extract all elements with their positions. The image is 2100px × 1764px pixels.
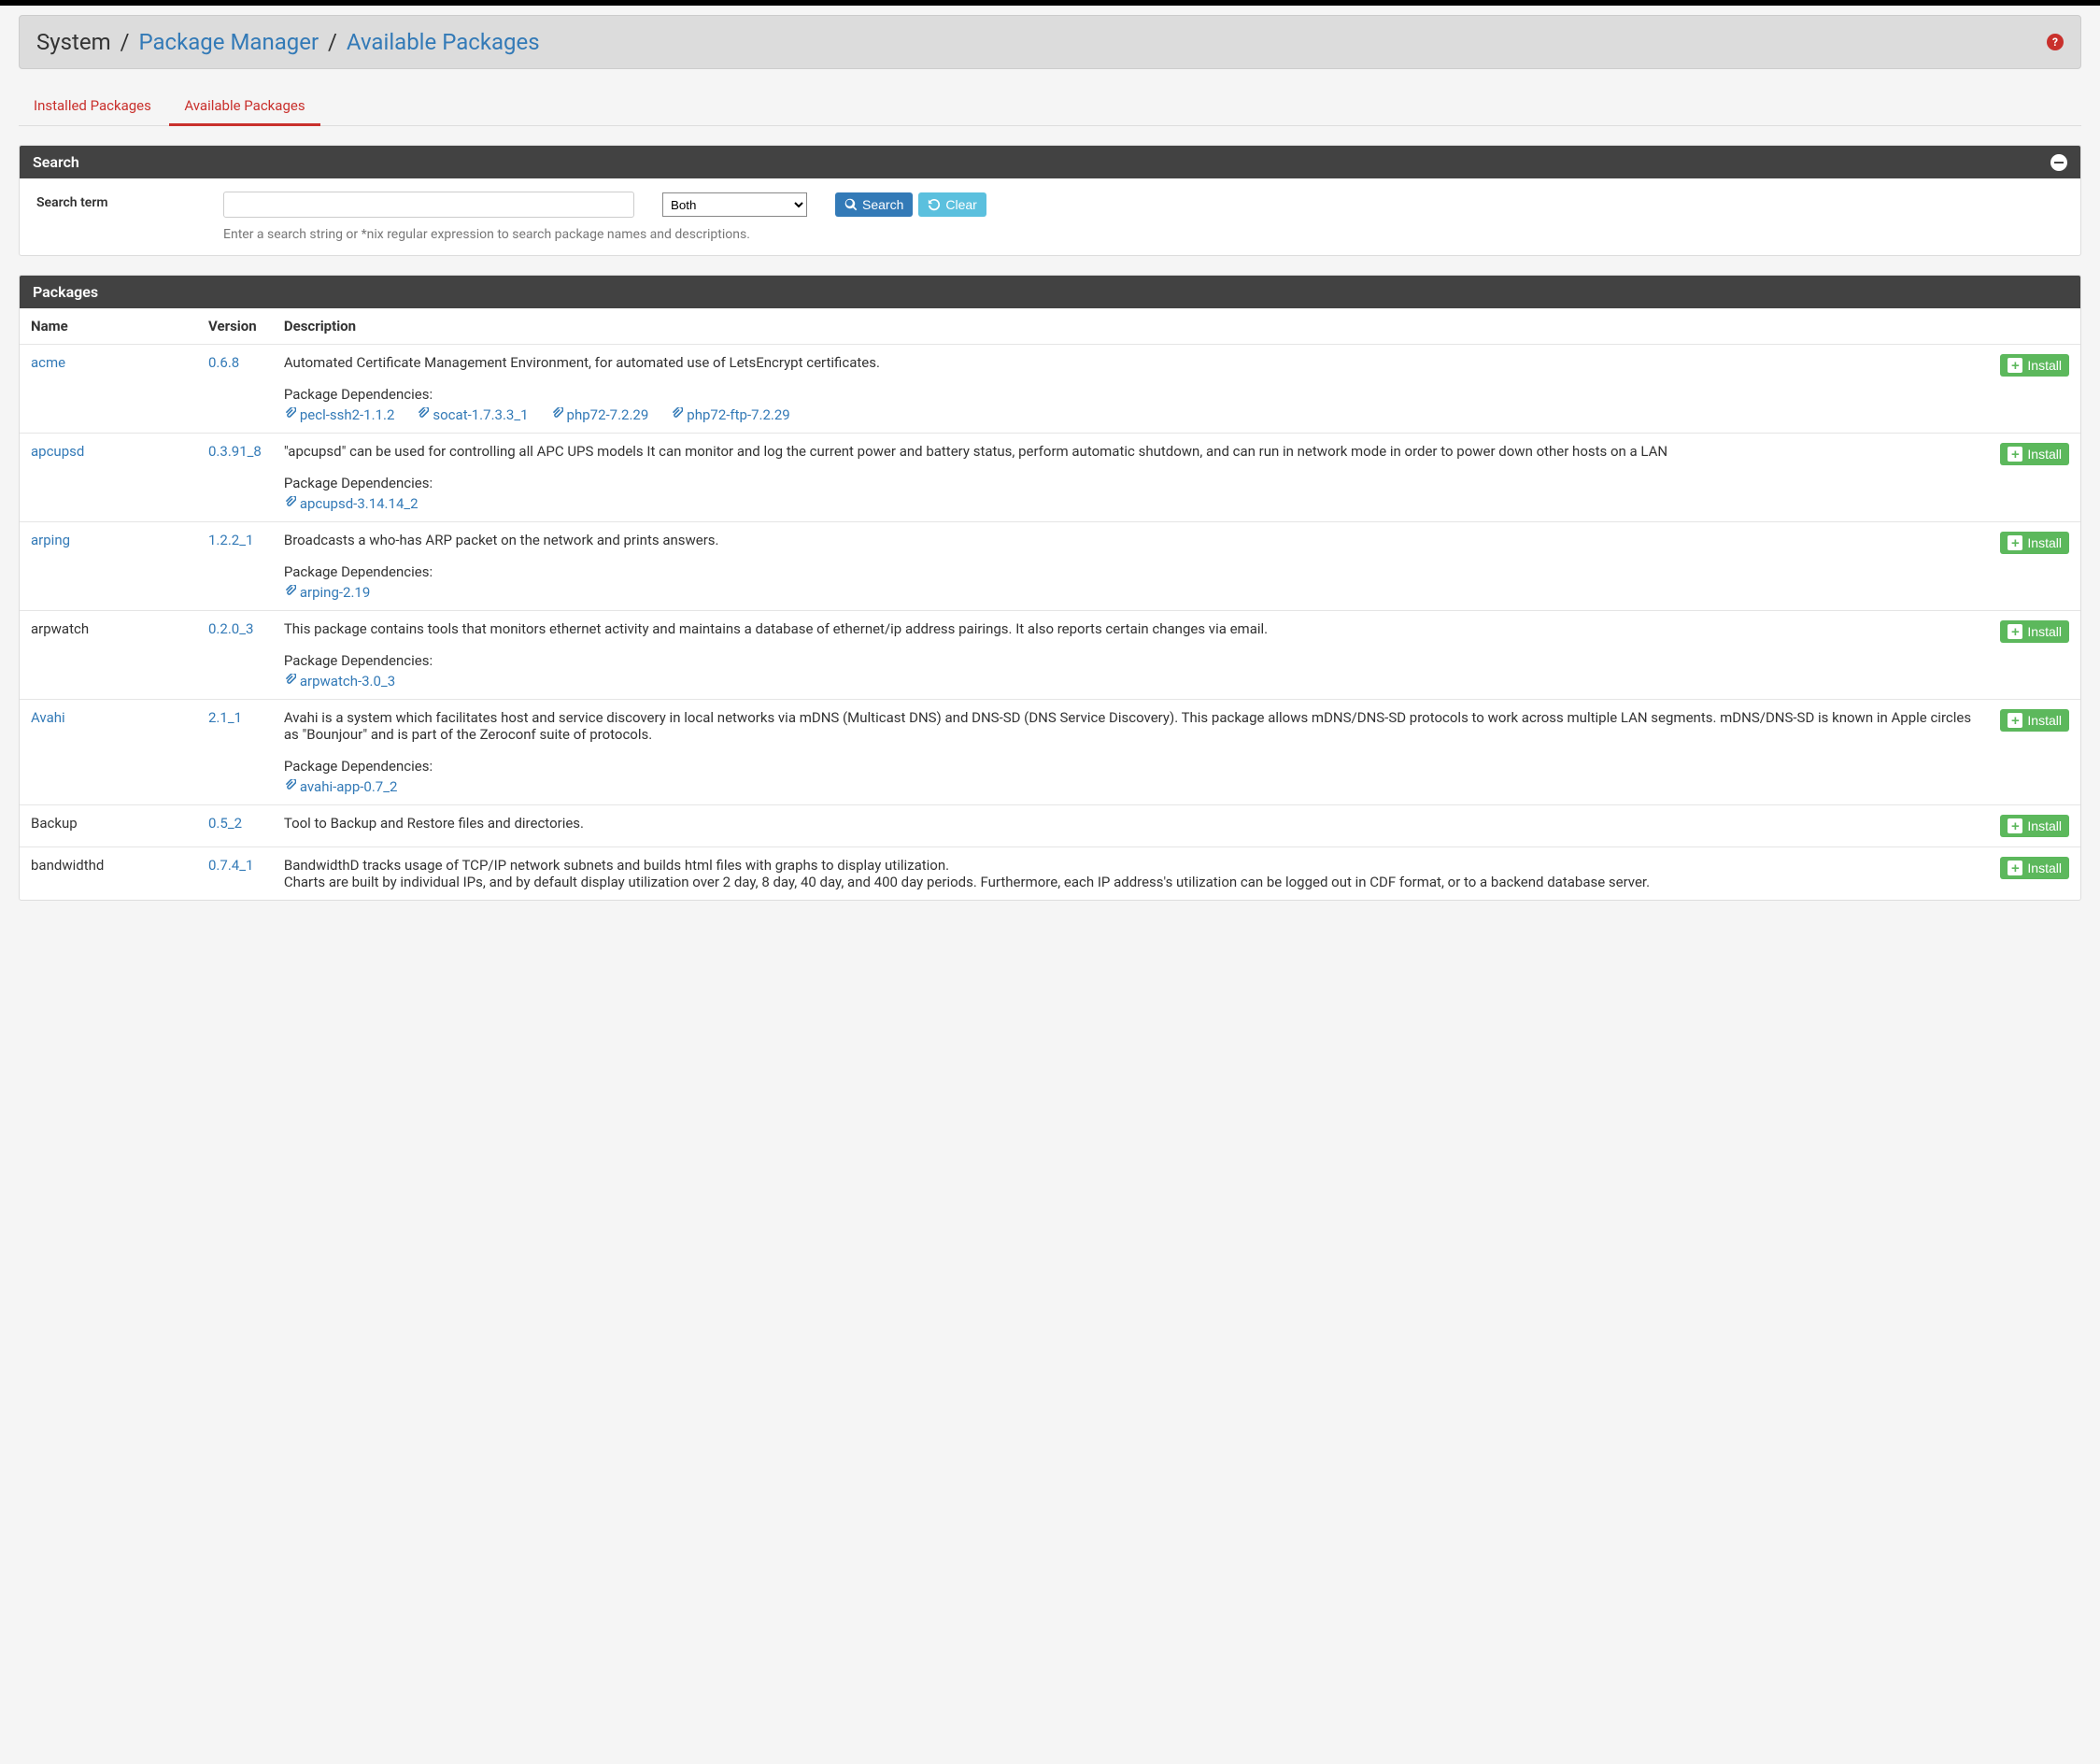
- table-row: arpwatch 0.2.0_3 This package contains too…: [20, 611, 2080, 700]
- paperclip-icon: [284, 778, 296, 795]
- collapse-icon[interactable]: [2050, 154, 2067, 171]
- package-description: Broadcasts a who-has ARP packet on the n…: [284, 532, 719, 548]
- paperclip-icon: [671, 406, 683, 423]
- paperclip-icon: [284, 584, 296, 601]
- package-version[interactable]: 2.1_1: [208, 709, 242, 726]
- package-version[interactable]: 0.3.91_8: [208, 443, 262, 460]
- breadcrumb-sep: /: [328, 29, 337, 55]
- install-button[interactable]: +Install: [2000, 815, 2069, 837]
- packages-panel: Packages Name Version Description acme 0.…: [19, 275, 2081, 901]
- deps-label: Package Dependencies:: [284, 652, 1979, 669]
- package-description: "apcupsd" can be used for controlling al…: [284, 443, 1667, 460]
- breadcrumb: System / Package Manager / Available Pac…: [19, 15, 2081, 69]
- paperclip-icon: [551, 406, 563, 423]
- search-panel-title: Search: [33, 153, 79, 171]
- deps-label: Package Dependencies:: [284, 563, 1979, 580]
- packages-table: Name Version Description acme 0.6.8 Automa…: [20, 308, 2080, 900]
- search-icon: [844, 198, 858, 211]
- install-button[interactable]: +Install: [2000, 443, 2069, 465]
- table-row: Backup 0.5_2 Tool to Backup and Restore fi…: [20, 805, 2080, 847]
- breadcrumb-section[interactable]: Package Manager: [138, 29, 319, 55]
- deps-label: Package Dependencies:: [284, 758, 1979, 775]
- dependency-link[interactable]: php72-7.2.29: [551, 406, 649, 423]
- packages-panel-title: Packages: [33, 283, 98, 301]
- install-button[interactable]: +Install: [2000, 532, 2069, 554]
- search-term-label: Search term: [36, 192, 205, 210]
- breadcrumb-root: System: [36, 29, 111, 55]
- package-description: BandwidthD tracks usage of TCP/IP networ…: [284, 857, 1650, 890]
- breadcrumb-sep: /: [121, 29, 130, 55]
- package-version[interactable]: 1.2.2_1: [208, 532, 253, 548]
- tab-available-packages[interactable]: Available Packages: [169, 88, 319, 126]
- deps-label: Package Dependencies:: [284, 386, 1979, 403]
- dependency-link[interactable]: apcupsd-3.14.14_2: [284, 495, 419, 512]
- dependency-link[interactable]: arping-2.19: [284, 584, 370, 601]
- clear-button[interactable]: Clear: [918, 192, 986, 217]
- package-version[interactable]: 0.6.8: [208, 354, 239, 371]
- install-button[interactable]: +Install: [2000, 709, 2069, 732]
- package-version[interactable]: 0.2.0_3: [208, 620, 253, 637]
- table-row: bandwidthd 0.7.4_1 BandwidthD tracks usage…: [20, 847, 2080, 901]
- search-button[interactable]: Search: [835, 192, 913, 217]
- dependency-link[interactable]: arpwatch-3.0_3: [284, 673, 395, 690]
- dependency-link[interactable]: avahi-app-0.7_2: [284, 778, 398, 795]
- dependency-link[interactable]: pecl-ssh2-1.1.2: [284, 406, 395, 423]
- package-version[interactable]: 0.7.4_1: [208, 857, 253, 874]
- paperclip-icon: [284, 495, 296, 512]
- package-name: bandwidthd: [31, 857, 104, 874]
- package-name: arpwatch: [31, 620, 89, 637]
- search-input[interactable]: [223, 192, 634, 218]
- install-button[interactable]: +Install: [2000, 857, 2069, 879]
- plus-icon: +: [2008, 447, 2022, 462]
- search-help-text: Enter a search string or *nix regular ex…: [36, 227, 2064, 242]
- table-row: arping 1.2.2_1 Broadcasts a who-has ARP pa…: [20, 522, 2080, 611]
- plus-icon: +: [2008, 713, 2022, 728]
- paperclip-icon: [417, 406, 429, 423]
- plus-icon: +: [2008, 818, 2022, 833]
- plus-icon: +: [2008, 624, 2022, 639]
- col-name: Name: [20, 308, 197, 345]
- package-description: Automated Certificate Management Environ…: [284, 354, 880, 371]
- table-row: Avahi 2.1_1 Avahi is a system which facili…: [20, 700, 2080, 805]
- install-button[interactable]: +Install: [2000, 354, 2069, 377]
- paperclip-icon: [284, 406, 296, 423]
- plus-icon: +: [2008, 535, 2022, 550]
- package-name: Backup: [31, 815, 78, 832]
- search-panel: Search Search term Both Search: [19, 145, 2081, 256]
- package-name-link[interactable]: arping: [31, 532, 70, 548]
- breadcrumb-page[interactable]: Available Packages: [347, 29, 540, 55]
- col-version: Version: [197, 308, 273, 345]
- tabs: Installed Packages Available Packages: [19, 88, 2081, 126]
- tab-installed-packages[interactable]: Installed Packages: [19, 88, 166, 123]
- package-description: Tool to Backup and Restore files and dir…: [284, 815, 584, 832]
- package-description: This package contains tools that monitor…: [284, 620, 1268, 637]
- table-row: acme 0.6.8 Automated Certificate Managemen…: [20, 345, 2080, 434]
- dependency-link[interactable]: socat-1.7.3.3_1: [417, 406, 528, 423]
- package-name-link[interactable]: apcupsd: [31, 443, 84, 460]
- package-name-link[interactable]: Avahi: [31, 709, 65, 726]
- package-version[interactable]: 0.5_2: [208, 815, 242, 832]
- undo-icon: [928, 198, 941, 211]
- paperclip-icon: [284, 673, 296, 690]
- package-description: Avahi is a system which facilitates host…: [284, 709, 1971, 743]
- search-scope-select[interactable]: Both: [662, 192, 807, 217]
- col-description: Description: [273, 308, 1990, 345]
- plus-icon: +: [2008, 861, 2022, 875]
- dependency-link[interactable]: php72-ftp-7.2.29: [671, 406, 789, 423]
- deps-label: Package Dependencies:: [284, 475, 1979, 491]
- install-button[interactable]: +Install: [2000, 620, 2069, 643]
- plus-icon: +: [2008, 358, 2022, 373]
- package-name-link[interactable]: acme: [31, 354, 65, 371]
- help-icon[interactable]: ?: [2047, 34, 2064, 50]
- table-row: apcupsd 0.3.91_8 "apcupsd" can be used for…: [20, 434, 2080, 522]
